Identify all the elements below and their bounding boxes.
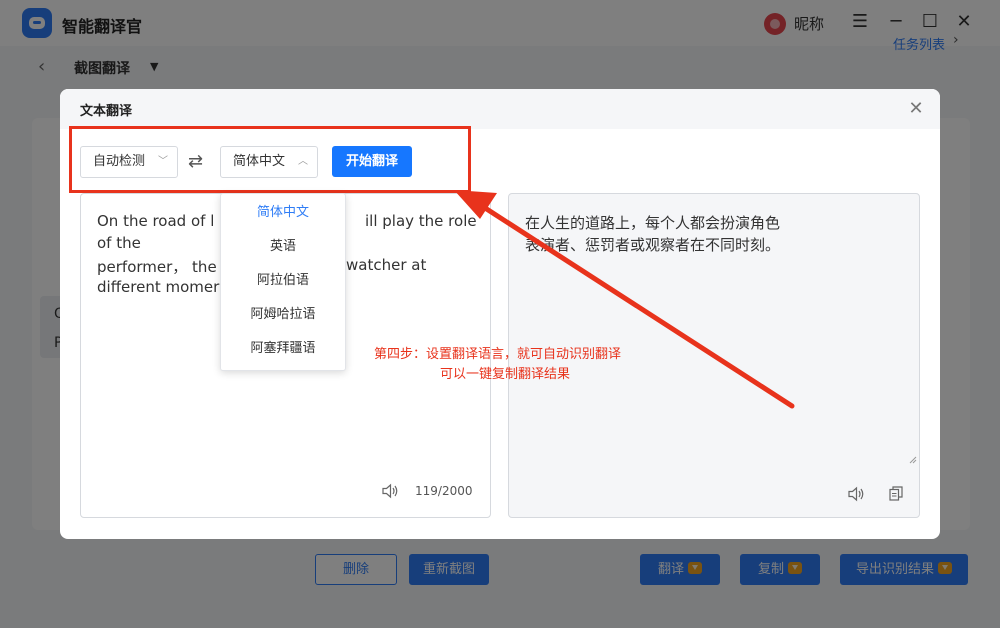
annotation-arrow [454,190,795,409]
